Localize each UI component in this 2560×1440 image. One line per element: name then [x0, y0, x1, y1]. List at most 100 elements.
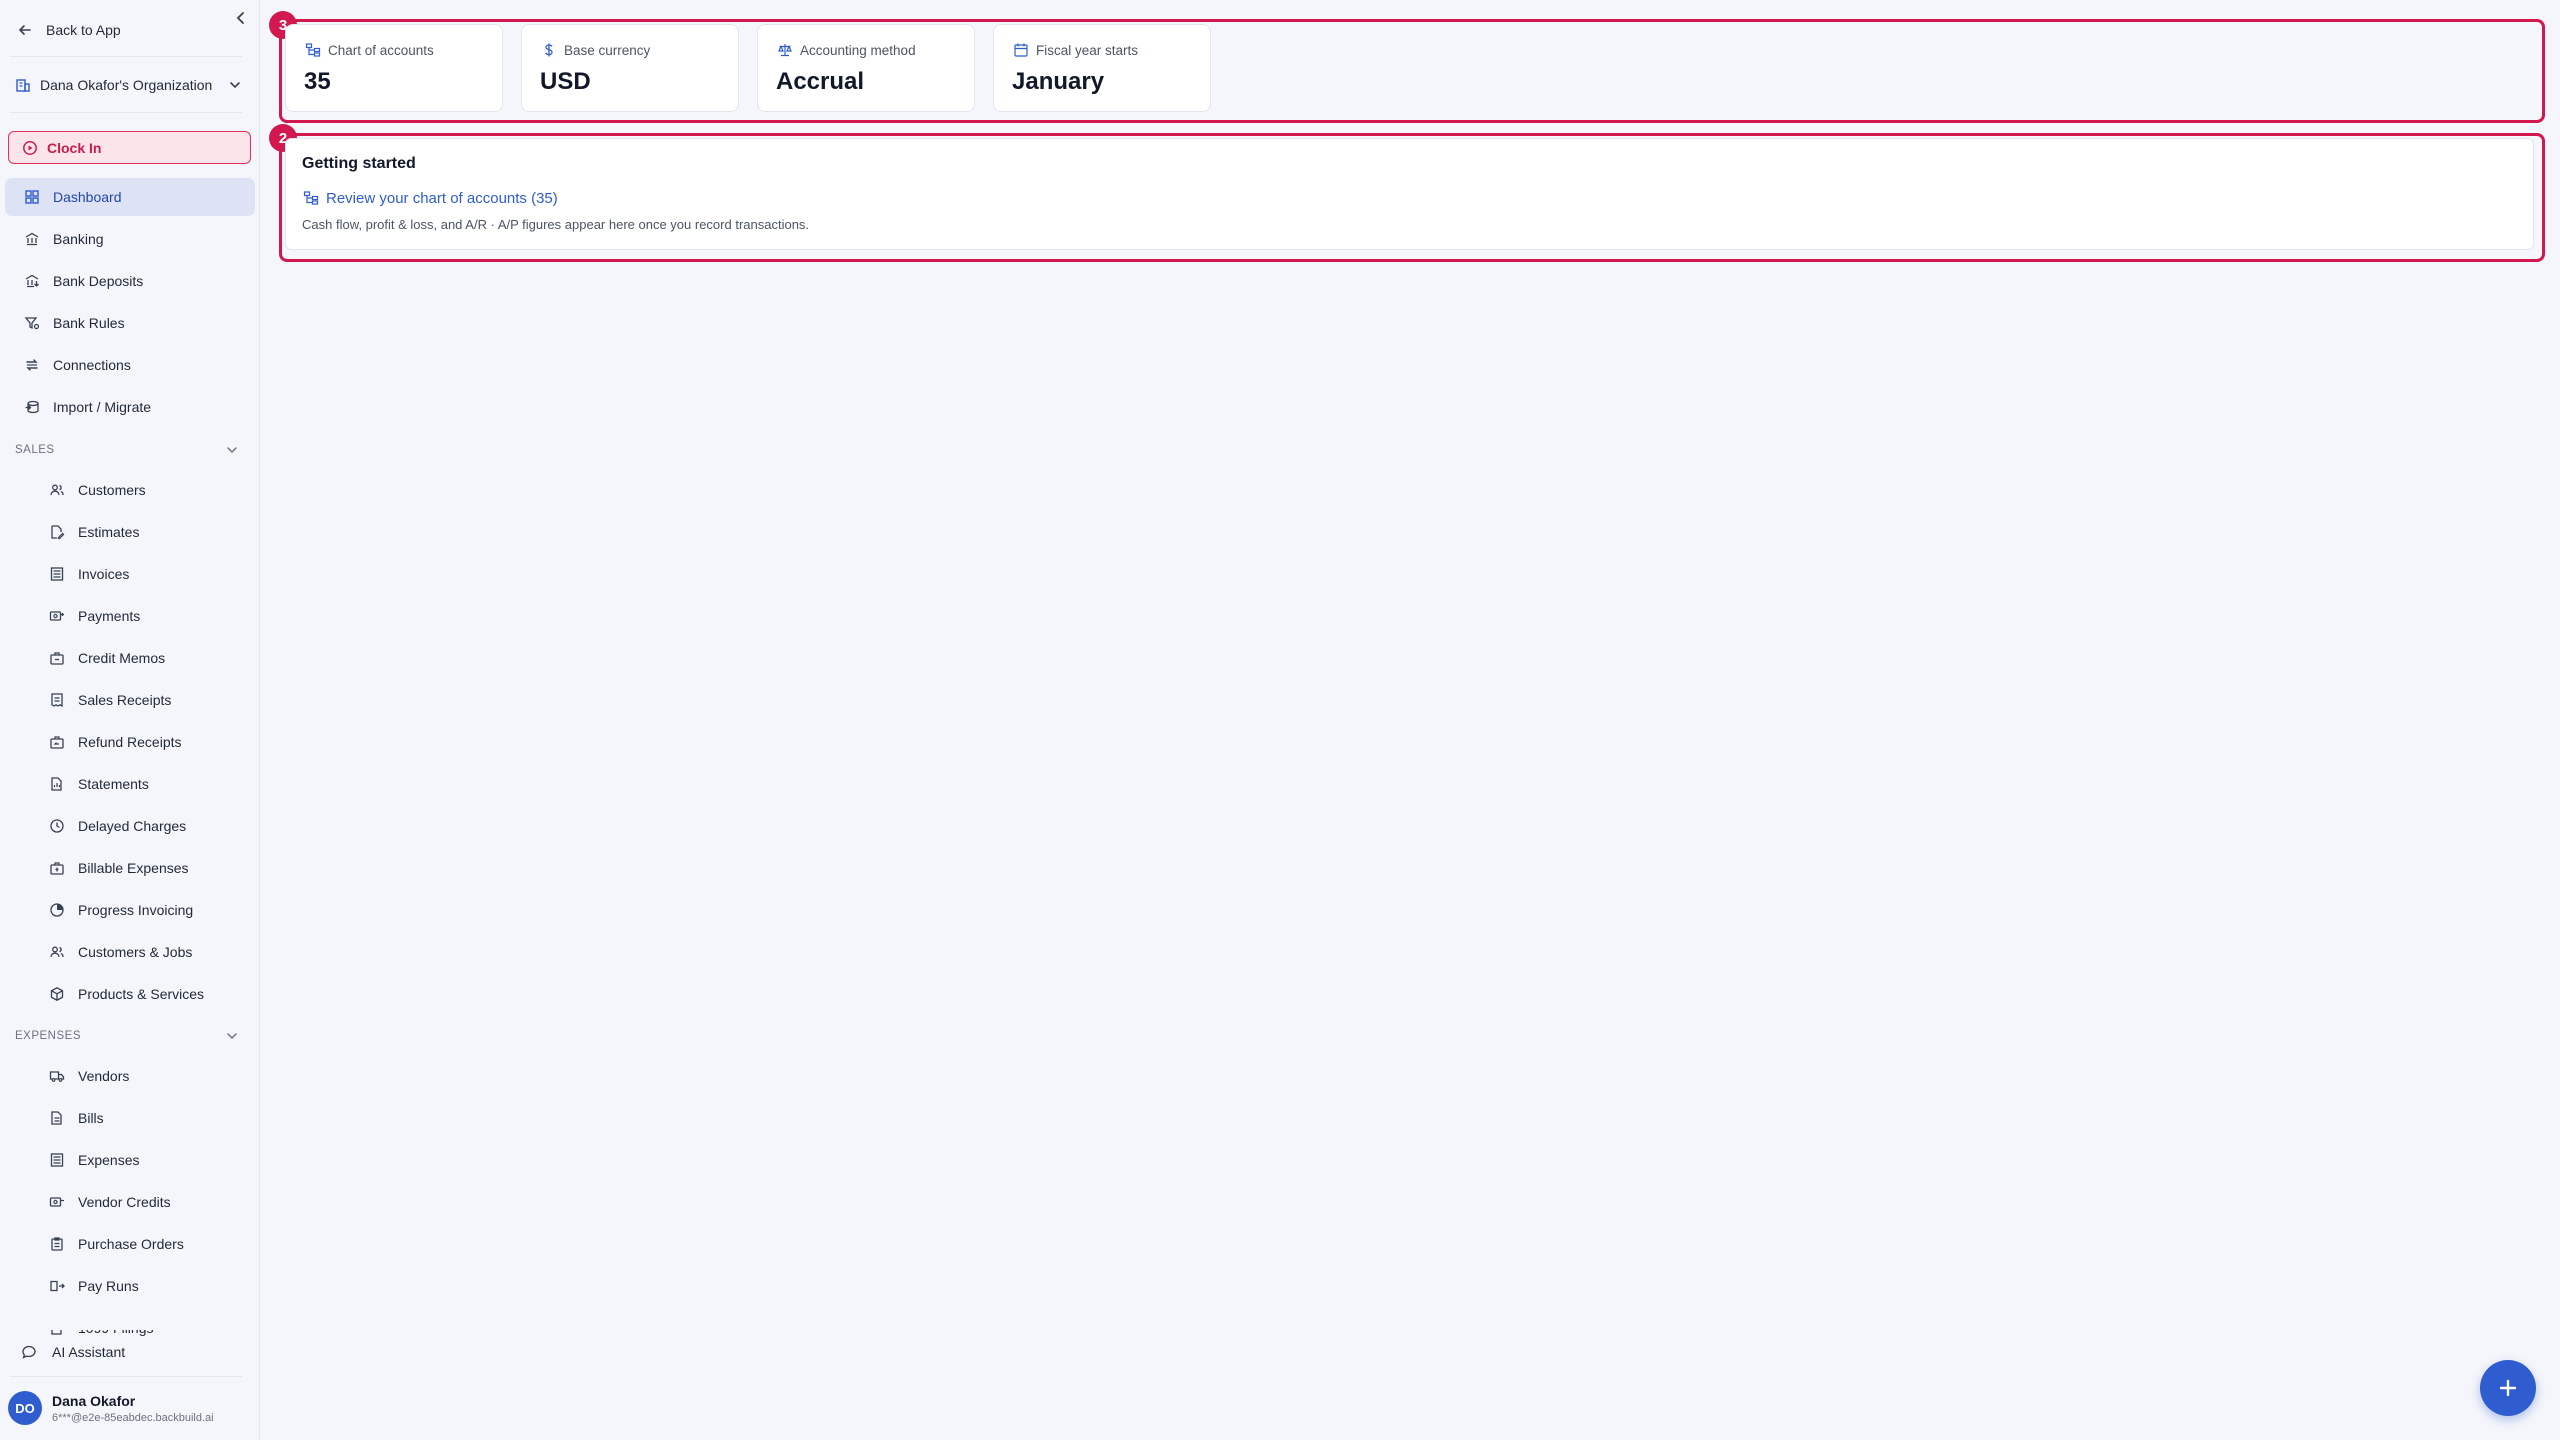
sidebar-item-label: Progress Invoicing — [78, 902, 194, 918]
sidebar-item-label: Sales Receipts — [78, 692, 172, 708]
payment-icon — [48, 1193, 66, 1211]
sidebar-item-refund-receipts[interactable]: Refund Receipts — [5, 723, 255, 761]
building-icon — [14, 76, 32, 94]
refund-icon — [48, 733, 66, 751]
stat-label-row: Base currency — [540, 41, 738, 59]
divider — [10, 1376, 242, 1377]
sidebar-item-bank-deposits[interactable]: Bank Deposits — [5, 262, 255, 300]
add-fab-button[interactable] — [2480, 1360, 2536, 1416]
ai-assistant-link[interactable]: AI Assistant — [20, 1340, 125, 1364]
briefcase-icon — [48, 649, 66, 667]
sidebar-item-bills[interactable]: Bills — [5, 1099, 255, 1137]
sidebar-item-credit-memos[interactable]: Credit Memos — [5, 639, 255, 677]
sidebar-item-statements[interactable]: Statements — [5, 765, 255, 803]
section-heading-sales: SALES — [15, 444, 55, 456]
divider — [10, 56, 242, 57]
dashboard-icon — [23, 188, 41, 206]
calendar-icon — [1012, 41, 1030, 59]
scroll-clip — [0, 1316, 259, 1330]
sidebar-item-products-services[interactable]: Products & Services — [5, 975, 255, 1013]
review-chart-of-accounts-link[interactable]: Review your chart of accounts (35) — [302, 189, 2533, 207]
sidebar-item-customers-jobs[interactable]: Customers & Jobs — [5, 933, 255, 971]
section-heading-expenses: EXPENSES — [15, 1030, 81, 1042]
hierarchy-icon — [304, 41, 322, 59]
sidebar-item-vendor-credits[interactable]: Vendor Credits — [5, 1183, 255, 1221]
connections-icon — [23, 356, 41, 374]
sidebar-item-vendors[interactable]: Vendors — [5, 1057, 255, 1095]
sidebar-item-billable-expenses[interactable]: Billable Expenses — [5, 849, 255, 887]
sidebar-item-import-migrate[interactable]: Import / Migrate — [5, 388, 255, 426]
sidebar-item-invoices[interactable]: Invoices — [5, 555, 255, 593]
sidebar-item-delayed-charges[interactable]: Delayed Charges — [5, 807, 255, 845]
sidebar-item-pay-runs[interactable]: Pay Runs — [5, 1267, 255, 1305]
clock-in-button[interactable]: Clock In — [8, 131, 251, 164]
users-icon — [48, 481, 66, 499]
sidebar-item-label: Delayed Charges — [78, 818, 187, 834]
stat-label-row: Chart of accounts — [304, 41, 502, 59]
sidebar-item-label: Banking — [53, 231, 104, 247]
box-icon — [48, 985, 66, 1003]
file-edit-icon — [48, 523, 66, 541]
stat-label-row: Fiscal year starts — [1012, 41, 1210, 59]
sidebar-item-connections[interactable]: Connections — [5, 346, 255, 384]
sidebar-item-label: Customers & Jobs — [78, 944, 193, 960]
sidebar-item-label: Vendor Credits — [78, 1194, 171, 1210]
sidebar-item-label: Bills — [78, 1110, 104, 1126]
users-icon — [48, 943, 66, 961]
plus-icon — [2499, 1379, 2517, 1397]
sidebar-item-dashboard[interactable]: Dashboard — [5, 178, 255, 216]
bank-icon — [23, 230, 41, 248]
sidebar-item-label: Statements — [78, 776, 149, 792]
clock-icon — [48, 817, 66, 835]
sidebar-item-estimates[interactable]: Estimates — [5, 513, 255, 551]
stat-label: Chart of accounts — [328, 42, 434, 58]
sidebar-item-sales-receipts[interactable]: Sales Receipts — [5, 681, 255, 719]
review-link-label: Review your chart of accounts (35) — [326, 189, 558, 207]
sidebar-item-label: Vendors — [78, 1068, 130, 1084]
sidebar-item-label: Connections — [53, 357, 131, 373]
user-email: 6***@e2e-85eabdec.backbuild.ai — [52, 1411, 214, 1424]
sidebar-item-label: Payments — [78, 608, 141, 624]
sidebar-item-bank-rules[interactable]: Bank Rules — [5, 304, 255, 342]
statement-icon — [48, 775, 66, 793]
stat-card-base-currency[interactable]: Base currency USD — [521, 24, 739, 112]
arrow-left-icon — [16, 21, 34, 39]
back-to-app-link[interactable]: Back to App — [16, 14, 236, 46]
sidebar-item-progress-invoicing[interactable]: Progress Invoicing — [5, 891, 255, 929]
sidebar-item-banking[interactable]: Banking — [5, 220, 255, 258]
sidebar: Back to App Dana Okafor's Organization C… — [0, 0, 260, 1440]
import-icon — [23, 398, 41, 416]
user-profile[interactable]: DO Dana Okafor 6***@e2e-85eabdec.backbui… — [8, 1386, 253, 1430]
stat-value: Accrual — [776, 68, 865, 95]
sidebar-item-label: Bank Deposits — [53, 273, 144, 289]
user-info: Dana Okafor 6***@e2e-85eabdec.backbuild.… — [52, 1393, 214, 1424]
scale-icon — [776, 41, 794, 59]
divider — [10, 112, 242, 113]
bank-deposit-icon — [23, 272, 41, 290]
organization-switcher[interactable]: Dana Okafor's Organization — [14, 70, 244, 100]
sidebar-item-label: Products & Services — [78, 986, 205, 1002]
sidebar-item-purchase-orders[interactable]: Purchase Orders — [5, 1225, 255, 1263]
stat-label: Accounting method — [800, 42, 916, 58]
sidebar-item-payments[interactable]: Payments — [5, 597, 255, 635]
chat-bubble-icon — [20, 1343, 38, 1361]
filter-rules-icon — [23, 314, 41, 332]
sidebar-item-label: Invoices — [78, 566, 130, 582]
section-toggle-sales[interactable]: SALES — [15, 438, 241, 462]
sidebar-item-label: Pay Runs — [78, 1278, 139, 1294]
getting-started-note: Cash flow, profit & loss, and A/R · A/P … — [302, 217, 810, 232]
play-circle-icon — [21, 139, 39, 157]
stat-card-fiscal-year[interactable]: Fiscal year starts January — [993, 24, 1211, 112]
file-icon — [48, 1109, 66, 1127]
stat-label: Base currency — [564, 42, 651, 58]
sidebar-item-label: Refund Receipts — [78, 734, 182, 750]
sidebar-item-label: Expenses — [78, 1152, 140, 1168]
sidebar-item-label: Bank Rules — [53, 315, 125, 331]
sidebar-item-customers[interactable]: Customers — [5, 471, 255, 509]
chevron-left-icon — [236, 12, 244, 24]
getting-started-card: Getting started Review your chart of acc… — [285, 138, 2534, 250]
section-toggle-expenses[interactable]: EXPENSES — [15, 1024, 241, 1048]
sidebar-item-expenses[interactable]: Expenses — [5, 1141, 255, 1179]
stat-card-chart-of-accounts[interactable]: Chart of accounts 35 — [285, 24, 503, 112]
stat-card-accounting-method[interactable]: Accounting method Accrual — [757, 24, 975, 112]
